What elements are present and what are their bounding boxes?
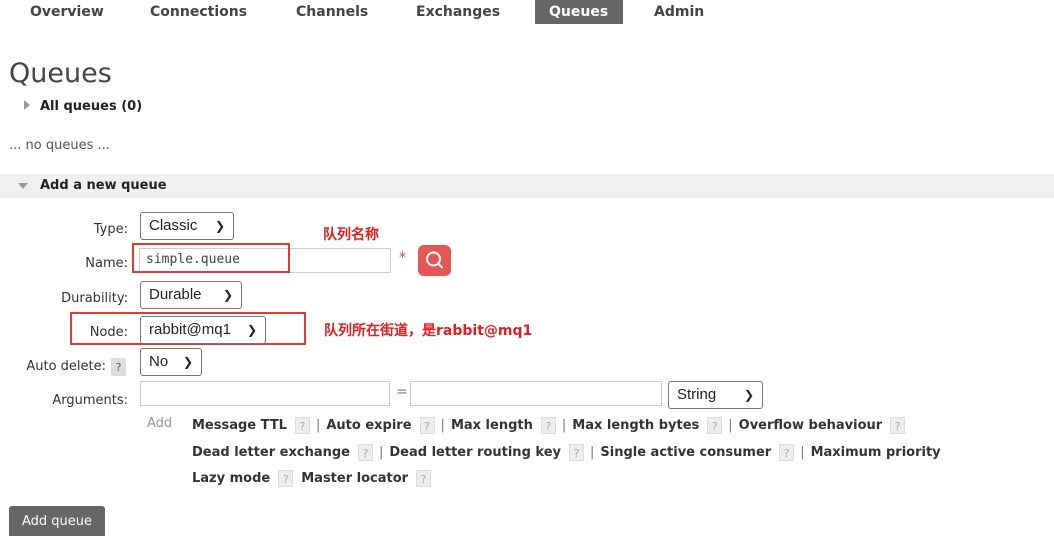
separator: |	[440, 418, 445, 433]
tab-channels[interactable]: Channels	[282, 0, 382, 24]
help-icon[interactable]: ?	[416, 470, 432, 487]
durability-select-value: Durable	[149, 286, 202, 303]
arg-dead-letter-routing-key[interactable]: Dead letter routing key	[389, 445, 561, 460]
arg-message-ttl[interactable]: Message TTL	[192, 418, 287, 433]
add-queue-section-header[interactable]: Add a new queue	[0, 174, 1054, 198]
separator: |	[378, 445, 384, 460]
tab-queues[interactable]: Queues	[535, 0, 623, 24]
arguments-label: Arguments:	[52, 393, 128, 408]
help-icon[interactable]: ?	[890, 417, 906, 434]
required-mark: *	[399, 250, 406, 266]
add-argument-label: Add	[147, 416, 173, 431]
no-queues-text: ... no queues ...	[9, 138, 110, 153]
top-nav: Overview Connections Channels Exchanges …	[0, 0, 1054, 24]
help-icon[interactable]: ?	[278, 470, 294, 487]
add-queue-button[interactable]: Add queue	[9, 506, 105, 536]
argument-type-select-value: String	[677, 386, 717, 403]
arg-overflow-behaviour[interactable]: Overflow behaviour	[739, 418, 883, 433]
arg-max-length[interactable]: Max length	[451, 418, 533, 433]
help-icon[interactable]: ?	[419, 417, 435, 434]
tab-connections[interactable]: Connections	[136, 0, 261, 24]
page-title: Queues	[9, 58, 112, 89]
type-select-value: Classic	[149, 217, 198, 234]
auto-delete-help-icon[interactable]: ?	[111, 358, 126, 376]
node-annotation: 队列所在街道，是rabbit@mq1	[324, 323, 533, 339]
separator: |	[589, 445, 595, 460]
auto-delete-select-value: No	[149, 353, 169, 370]
durability-label: Durability:	[61, 291, 128, 306]
triangle-down-icon	[18, 183, 28, 189]
chevron-down-icon: ❯	[743, 388, 754, 402]
help-icon[interactable]: ?	[540, 417, 556, 434]
auto-delete-label: Auto delete:	[26, 359, 106, 374]
name-annotation: 队列名称	[323, 227, 379, 243]
argument-shortcuts-row-2: Dead letter exchange? | Dead letter routin…	[192, 444, 941, 461]
arg-max-length-bytes[interactable]: Max length bytes	[572, 418, 699, 433]
argument-type-select[interactable]: String ❯	[668, 381, 763, 409]
chevron-down-icon: ❯	[246, 323, 257, 337]
tab-admin[interactable]: Admin	[640, 0, 718, 24]
all-queues-toggle[interactable]: All queues (0)	[40, 99, 142, 114]
tab-exchanges[interactable]: Exchanges	[402, 0, 514, 24]
argument-key-input[interactable]	[140, 381, 390, 406]
tab-overview[interactable]: Overview	[16, 0, 118, 24]
name-highlight-box	[132, 243, 290, 273]
name-label: Name:	[85, 256, 128, 271]
separator: |	[315, 418, 321, 433]
chevron-down-icon: ❯	[222, 288, 233, 302]
separator: |	[800, 445, 805, 460]
triangle-right-icon[interactable]	[24, 100, 30, 110]
help-icon[interactable]: ?	[294, 417, 310, 434]
search-icon	[426, 251, 443, 269]
add-queue-section-label: Add a new queue	[40, 178, 167, 193]
type-label: Type:	[93, 222, 128, 237]
help-icon[interactable]: ?	[707, 417, 723, 434]
argument-shortcuts-row-3: Lazy mode? Master locator?	[192, 470, 432, 487]
arg-master-locator[interactable]: Master locator	[301, 471, 408, 486]
node-select[interactable]: rabbit@mq1 ❯	[140, 316, 266, 344]
separator: |	[561, 418, 567, 433]
arg-dead-letter-exchange[interactable]: Dead letter exchange	[192, 445, 350, 460]
search-button[interactable]	[418, 245, 451, 276]
help-icon[interactable]: ?	[779, 444, 795, 461]
chevron-down-icon: ❯	[214, 219, 225, 233]
arg-single-active-consumer[interactable]: Single active consumer	[600, 445, 771, 460]
arguments-equals: =	[396, 384, 408, 400]
auto-delete-select[interactable]: No ❯	[140, 348, 202, 376]
help-icon[interactable]: ?	[357, 444, 373, 461]
separator: |	[728, 418, 733, 433]
argument-value-input[interactable]	[410, 381, 662, 406]
arg-maximum-priority[interactable]: Maximum priority	[811, 445, 941, 460]
node-label: Node:	[89, 325, 128, 340]
arg-auto-expire[interactable]: Auto expire	[326, 418, 411, 433]
node-select-value: rabbit@mq1	[149, 321, 231, 338]
argument-shortcuts-row-1: Message TTL? | Auto expire? | Max length? | Ma…	[192, 417, 906, 434]
chevron-down-icon: ❯	[182, 355, 193, 369]
arg-lazy-mode[interactable]: Lazy mode	[192, 471, 270, 486]
durability-select[interactable]: Durable ❯	[140, 281, 242, 309]
type-select[interactable]: Classic ❯	[140, 212, 234, 240]
help-icon[interactable]: ?	[568, 444, 584, 461]
